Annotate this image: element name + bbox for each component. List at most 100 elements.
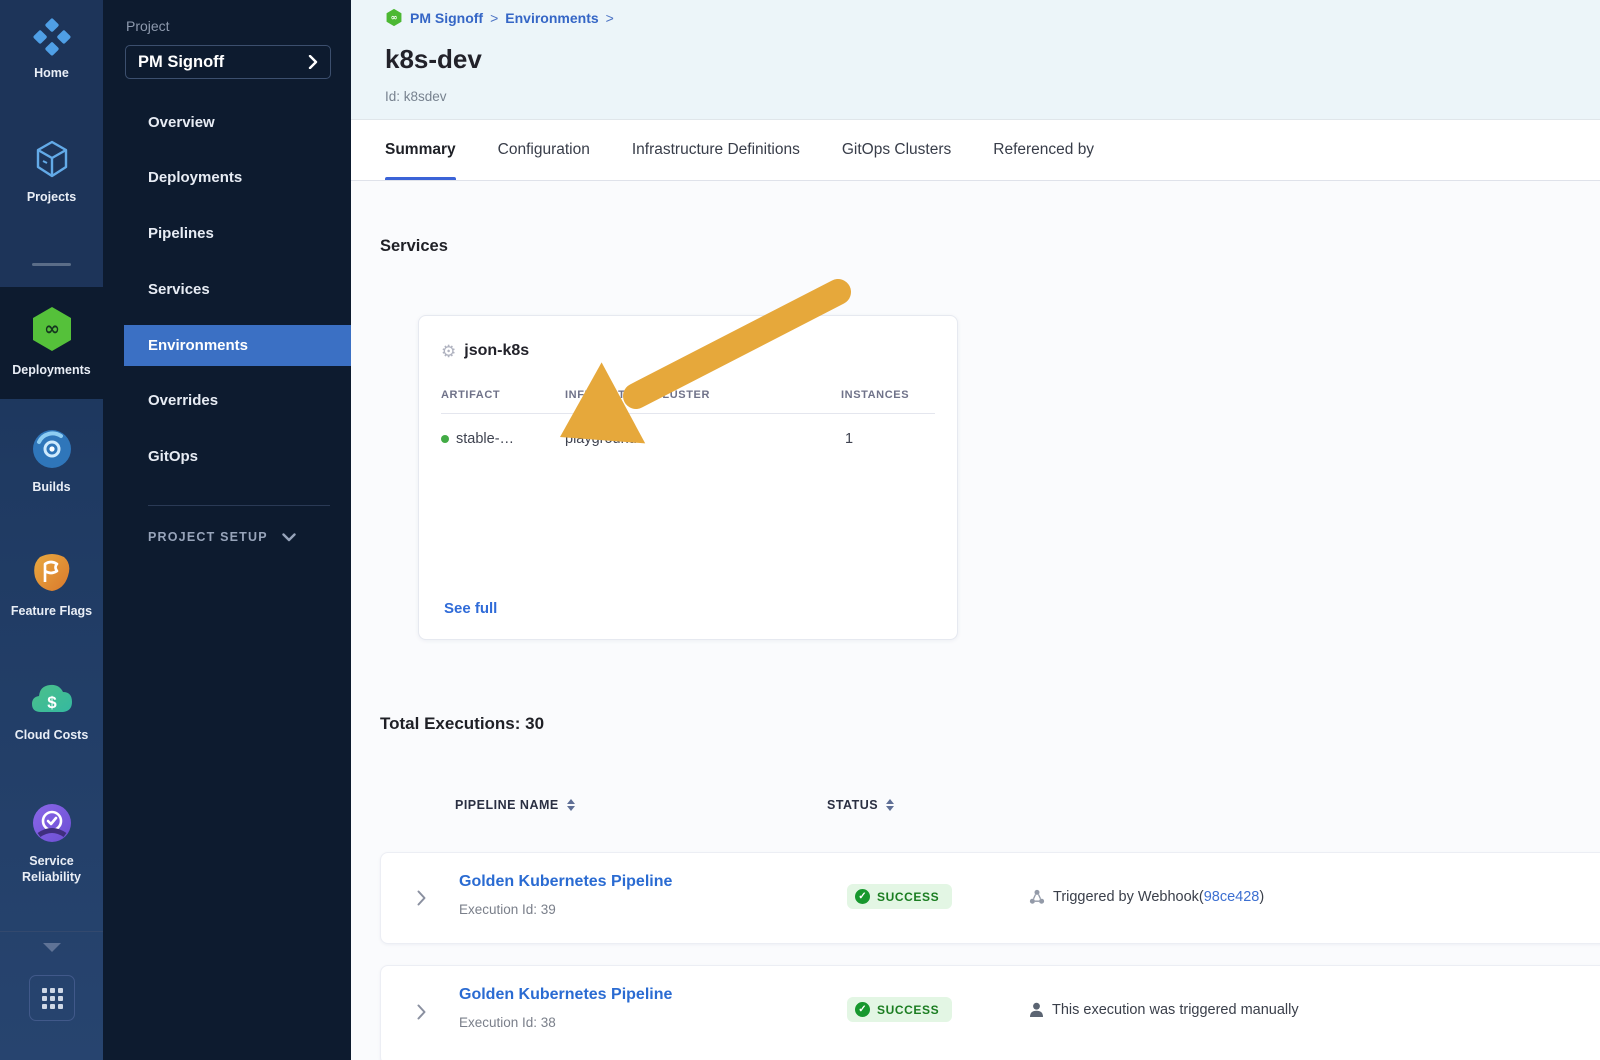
home-icon (0, 18, 103, 56)
breadcrumb-separator: > (490, 10, 498, 26)
sidebar-item-overview[interactable]: Overview (103, 107, 351, 139)
feature-flags-icon (0, 552, 103, 594)
sort-icon (567, 799, 575, 811)
deployments-module-icon: ∞ (385, 8, 403, 27)
page-header: ∞ PM Signoff > Environments > k8s-dev Id… (351, 0, 1600, 120)
rail-item-cloud-costs[interactable]: $ Cloud Costs (0, 678, 103, 743)
column-pipeline-name[interactable]: PIPELINE NAME (455, 798, 575, 812)
chevron-expand-icon[interactable] (417, 890, 426, 906)
status-dot (441, 435, 449, 443)
breadcrumb-environments-link[interactable]: Environments (505, 10, 598, 26)
sidebar-item-overrides[interactable]: Overrides (103, 385, 351, 417)
rail-item-projects[interactable]: Projects (0, 138, 103, 205)
pipeline-name-link[interactable]: Golden Kubernetes Pipeline (459, 986, 672, 1004)
execution-id: Execution Id: 38 (459, 1015, 556, 1030)
sidebar-item-deployments[interactable]: Deployments (103, 162, 351, 194)
service-card: ⚙ json-k8s ARTIFACT INFRA/GITOPS CLUSTER… (418, 315, 958, 640)
svg-text:$: $ (47, 693, 57, 712)
cloud-costs-icon: $ (0, 678, 103, 718)
services-section-title: Services (380, 237, 448, 256)
summary-content: Services ⚙ json-k8s ARTIFACT INFRA/GITOP… (351, 181, 1600, 1060)
svg-text:∞: ∞ (44, 318, 60, 340)
tab-configuration[interactable]: Configuration (498, 120, 590, 180)
project-selector-value: PM Signoff (138, 53, 224, 72)
pipeline-name-link[interactable]: Golden Kubernetes Pipeline (459, 873, 672, 891)
sort-icon (886, 799, 894, 811)
rail-label-service-reliability: Service Reliability (0, 853, 103, 885)
column-artifact: ARTIFACT (441, 389, 500, 401)
rail-item-deployments[interactable]: ∞ Deployments (0, 305, 103, 378)
column-status[interactable]: STATUS (827, 798, 894, 812)
service-name: json-k8s (464, 342, 529, 360)
success-check-icon: ✓ (855, 889, 870, 904)
page-id: Id: k8sdev (385, 89, 447, 104)
commit-link[interactable]: 98ce428 (1204, 889, 1260, 905)
sidebar-divider (148, 505, 330, 506)
artifact-value: stable-… (456, 431, 514, 447)
rail-label-feature-flags: Feature Flags (0, 603, 103, 619)
project-selector[interactable]: PM Signoff (125, 45, 331, 79)
rail-item-home[interactable]: Home (0, 18, 103, 81)
trigger-info: Triggered by Webhook(98ce428) (1029, 889, 1264, 905)
tab-gitops-clusters[interactable]: GitOps Clusters (842, 120, 951, 180)
tab-infrastructure-definitions[interactable]: Infrastructure Definitions (632, 120, 800, 180)
grid-icon (42, 988, 63, 1009)
project-setup-toggle[interactable]: PROJECT SETUP (148, 530, 296, 544)
execution-row[interactable]: Golden Kubernetes Pipeline Execution Id:… (380, 965, 1600, 1060)
projects-icon (0, 138, 103, 180)
breadcrumb-project-link[interactable]: PM Signoff (410, 10, 483, 26)
project-sidebar: Project PM Signoff Overview Deployments … (103, 0, 351, 1060)
chevron-expand-icon[interactable] (417, 1004, 426, 1020)
instances-value: 1 (845, 431, 853, 447)
total-executions-label: Total Executions: 30 (380, 714, 544, 734)
breadcrumb: ∞ PM Signoff > Environments > (385, 8, 614, 27)
svg-text:∞: ∞ (391, 12, 398, 22)
main-content: ∞ PM Signoff > Environments > k8s-dev Id… (351, 0, 1600, 1060)
project-setup-label: PROJECT SETUP (148, 530, 268, 544)
tab-summary[interactable]: Summary (385, 120, 456, 180)
column-instances: INSTANCES (841, 389, 909, 401)
rail-scroll-chevron-icon[interactable] (0, 940, 103, 956)
trigger-text: ) (1259, 889, 1264, 905)
tab-referenced-by[interactable]: Referenced by (993, 120, 1094, 180)
status-badge: ✓ SUCCESS (847, 884, 952, 909)
trigger-text: Triggered by Webhook( (1053, 889, 1204, 905)
see-full-link[interactable]: See full (444, 600, 497, 617)
chevron-down-icon (282, 533, 296, 542)
trigger-info: This execution was triggered manually (1029, 1002, 1299, 1018)
module-rail: Home Projects ∞ Deployments (0, 0, 103, 1060)
rail-label-cloud-costs: Cloud Costs (0, 727, 103, 743)
gear-icon: ⚙ (441, 343, 456, 360)
project-label: Project (126, 18, 170, 34)
rail-bottom-divider (0, 931, 103, 932)
rail-item-service-reliability[interactable]: Service Reliability (0, 802, 103, 885)
rail-label-home: Home (0, 65, 103, 81)
module-grid-button[interactable] (29, 975, 75, 1021)
sidebar-item-pipelines[interactable]: Pipelines (103, 218, 351, 250)
success-check-icon: ✓ (855, 1002, 870, 1017)
builds-icon (0, 428, 103, 470)
rail-divider (32, 263, 71, 266)
cluster-value: playground (565, 431, 637, 447)
sidebar-item-environments[interactable]: Environments (124, 325, 351, 366)
sidebar-item-services[interactable]: Services (103, 274, 351, 306)
page-title: k8s-dev (385, 44, 482, 75)
service-card-header: ⚙ json-k8s (441, 342, 529, 360)
service-card-divider (441, 413, 935, 414)
execution-row[interactable]: Golden Kubernetes Pipeline Execution Id:… (380, 852, 1600, 944)
rail-label-projects: Projects (0, 189, 103, 205)
column-cluster: INFRA/GITOPS CLUSTER (565, 389, 710, 401)
executions-table-header: PIPELINE NAME STATUS (351, 798, 1600, 818)
rail-item-feature-flags[interactable]: Feature Flags (0, 552, 103, 619)
chevron-right-icon (308, 55, 318, 69)
trigger-text: This execution was triggered manually (1052, 1002, 1299, 1018)
execution-id: Execution Id: 39 (459, 902, 556, 917)
user-icon (1029, 1002, 1044, 1018)
rail-label-builds: Builds (0, 479, 103, 495)
webhook-icon (1029, 889, 1045, 905)
rail-item-builds[interactable]: Builds (0, 428, 103, 495)
tab-bar: Summary Configuration Infrastructure Def… (351, 120, 1600, 181)
rail-label-deployments: Deployments (0, 362, 103, 378)
breadcrumb-separator: > (606, 10, 614, 26)
sidebar-item-gitops[interactable]: GitOps (103, 441, 351, 473)
